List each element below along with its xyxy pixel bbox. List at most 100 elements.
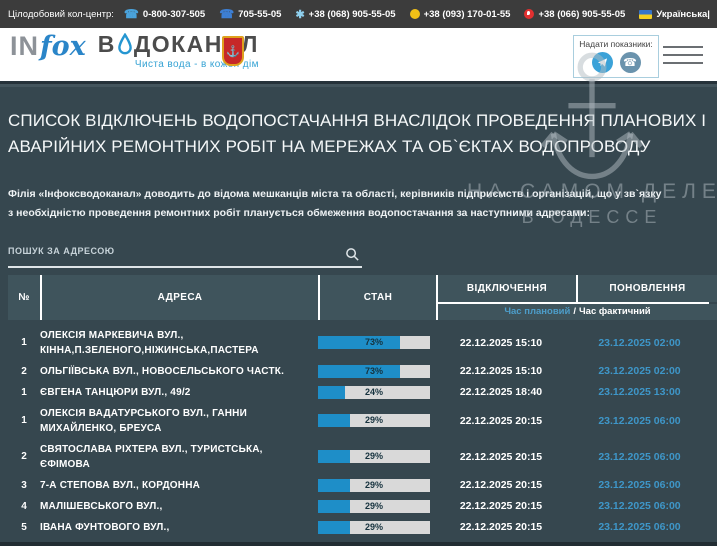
phone-number: +38 (093) 170-01-55: [424, 9, 511, 20]
row-address: МАЛІШЕВСЬКОГО ВУЛ.,: [40, 499, 316, 514]
phone-vodafone[interactable]: +38 (066) 905-55-05: [524, 9, 625, 20]
topbar: Цілодобовий кол-центр: ☎ 0-800-307-505 ☎…: [0, 0, 717, 28]
row-on-time: 23.12.2025 06:00: [570, 500, 709, 512]
search-icon[interactable]: [345, 247, 360, 262]
header-state: СТАН: [320, 275, 436, 320]
progress-bar: 24%: [318, 386, 430, 399]
progress-label: 29%: [318, 450, 430, 463]
row-on-time: 23.12.2025 02:00: [570, 365, 709, 377]
row-off-time: 22.12.2025 20:15: [432, 479, 570, 491]
logo-infox-fox: fox: [40, 31, 86, 62]
lang-label: Українська|: [656, 9, 710, 20]
row-off-time: 22.12.2025 20:15: [432, 415, 570, 427]
row-on-time: 23.12.2025 06:00: [570, 415, 709, 427]
table-rows: 1 ОЛЕКСІЯ МАРКЕВИЧА ВУЛ., КІННА,П.ЗЕЛЕНО…: [8, 325, 709, 538]
row-on-time: 23.12.2025 06:00: [570, 479, 709, 491]
page: Цілодобовий кол-центр: ☎ 0-800-307-505 ☎…: [0, 0, 717, 546]
submit-readings-label: Надати показники:: [574, 39, 658, 49]
table-row: 2 ОЛЬГІЇВСЬКА ВУЛ., НОВОСЕЛЬСЬКОГО ЧАСТК…: [8, 361, 709, 382]
brand-prefix: В: [98, 31, 116, 58]
row-address: ІВАНА ФУНТОВОГО ВУЛ.,: [40, 520, 316, 535]
header-on: ПОНОВЛЕННЯ: [578, 275, 717, 302]
row-on-time: 23.12.2025 06:00: [570, 451, 709, 463]
row-address: ЄВГЕНА ТАНЦЮРИ ВУЛ., 49/2: [40, 385, 316, 400]
row-off-time: 22.12.2025 20:15: [432, 451, 570, 463]
lifecell-icon: [410, 9, 420, 19]
odessa-emblem: ⚓: [222, 36, 244, 66]
row-off-time: 22.12.2025 15:10: [432, 365, 570, 377]
row-on-time: 23.12.2025 13:00: [570, 386, 709, 398]
progress-label: 24%: [318, 386, 430, 399]
row-on-time: 23.12.2025 06:00: [570, 521, 709, 533]
table-row: 5 ІВАНА ФУНТОВОГО ВУЛ., 29% 22.12.2025 2…: [8, 517, 709, 538]
row-num: 1: [8, 415, 40, 426]
phone-kyivstar[interactable]: ✱ +38 (068) 905-55-05: [295, 8, 395, 21]
menu-icon[interactable]: [663, 46, 703, 70]
actual-time-label: Час фактичний: [579, 306, 651, 317]
row-address: ОЛЬГІЇВСЬКА ВУЛ., НОВОСЕЛЬСЬКОГО ЧАСТК.: [40, 364, 316, 379]
row-num: 5: [8, 522, 40, 533]
row-on-time: 23.12.2025 02:00: [570, 337, 709, 349]
table-row: 1 ОЛЕКСІЯ ВАДАТУРСЬКОГО ВУЛ., ГАННИ МИХА…: [8, 403, 709, 439]
phone-icon: ☎: [124, 7, 139, 21]
search-placeholder: ПОШУК ЗА АДРЕСОЮ: [8, 246, 115, 256]
lang-ukrainian[interactable]: Українська|: [639, 9, 710, 20]
header-time-note: Час плановий / Час фактичний: [438, 304, 717, 320]
row-off-time: 22.12.2025 18:40: [432, 386, 570, 398]
progress-label: 29%: [318, 479, 430, 492]
row-num: 3: [8, 480, 40, 491]
site-header: IN fox В ДОКАНАЛ Чиста вода - в кожен ді…: [0, 28, 717, 84]
row-off-time: 22.12.2025 15:10: [432, 337, 570, 349]
page-title: СПИСОК ВІДКЛЮЧЕНЬ ВОДОПОСТАЧАННЯ ВНАСЛІД…: [8, 108, 709, 161]
bottom-strip: [0, 542, 717, 546]
phone-number: +38 (068) 905-55-05: [309, 9, 396, 20]
table-row: 2 СВЯТОСЛАВА РІХТЕРА ВУЛ., ТУРИСТСЬКА, Є…: [8, 439, 709, 475]
phone-hotline[interactable]: ☎ 0-800-307-505: [124, 7, 205, 21]
row-off-time: 22.12.2025 20:15: [432, 500, 570, 512]
phone-number: 0-800-307-505: [143, 9, 205, 20]
call-center-label: Цілодобовий кол-центр:: [8, 9, 114, 20]
progress-label: 29%: [318, 500, 430, 513]
address-search-input[interactable]: ПОШУК ЗА АДРЕСОЮ: [8, 237, 362, 268]
row-num: 2: [8, 366, 40, 377]
progress-label: 29%: [318, 521, 430, 534]
main-content: СПИСОК ВІДКЛЮЧЕНЬ ВОДОПОСТАЧАННЯ ВНАСЛІД…: [0, 84, 717, 546]
row-off-time: 22.12.2025 20:15: [432, 521, 570, 533]
progress-bar: 29%: [318, 479, 430, 492]
row-address: ОЛЕКСІЯ ВАДАТУРСЬКОГО ВУЛ., ГАННИ МИХАЙЛ…: [40, 406, 316, 436]
progress-bar: 29%: [318, 414, 430, 427]
row-address: 7-А СТЕПОВА ВУЛ., КОРДОННА: [40, 478, 316, 493]
table-row: 3 7-А СТЕПОВА ВУЛ., КОРДОННА 29% 22.12.2…: [8, 475, 709, 496]
header-num: №: [8, 275, 40, 320]
progress-label: 73%: [318, 336, 430, 349]
progress-bar: 73%: [318, 365, 430, 378]
subheader-separator: /: [573, 306, 576, 317]
phone-lifecell[interactable]: +38 (093) 170-01-55: [410, 9, 511, 20]
header-off: ВІДКЛЮЧЕННЯ: [438, 275, 576, 302]
phone-number: 705-55-05: [238, 9, 281, 20]
planned-time-label: Час плановий: [504, 306, 570, 317]
row-num: 4: [8, 501, 40, 512]
phone-city[interactable]: ☎ 705-55-05: [219, 7, 281, 21]
submit-readings-box: Надати показники: ☎: [573, 35, 659, 78]
progress-bar: 73%: [318, 336, 430, 349]
ukraine-flag-icon: [639, 10, 652, 19]
kyivstar-icon: ✱: [295, 8, 304, 21]
water-drop-icon: [117, 33, 133, 55]
language-switcher: Українська| English: [639, 9, 717, 20]
row-num: 1: [8, 387, 40, 398]
row-num: 1: [8, 337, 40, 348]
progress-label: 29%: [318, 414, 430, 427]
header-address: АДРЕСА: [42, 275, 318, 320]
progress-bar: 29%: [318, 521, 430, 534]
progress-bar: 29%: [318, 450, 430, 463]
table-row: 4 МАЛІШЕВСЬКОГО ВУЛ., 29% 22.12.2025 20:…: [8, 496, 709, 517]
vodafone-icon: [524, 9, 534, 19]
table-header: № АДРЕСА СТАН ВІДКЛЮЧЕННЯ ПОНОВЛЕННЯ Час…: [8, 275, 709, 320]
logo-infox-in: IN: [10, 31, 39, 62]
row-address: СВЯТОСЛАВА РІХТЕРА ВУЛ., ТУРИСТСЬКА, ЄФІ…: [40, 442, 316, 472]
table-row: 1 ЄВГЕНА ТАНЦЮРИ ВУЛ., 49/2 24% 22.12.20…: [8, 382, 709, 403]
intro-paragraph: Філія «Інфоксводоканал» доводить до відо…: [8, 185, 668, 224]
telegram-icon[interactable]: [592, 52, 613, 73]
viber-icon[interactable]: ☎: [620, 52, 641, 73]
